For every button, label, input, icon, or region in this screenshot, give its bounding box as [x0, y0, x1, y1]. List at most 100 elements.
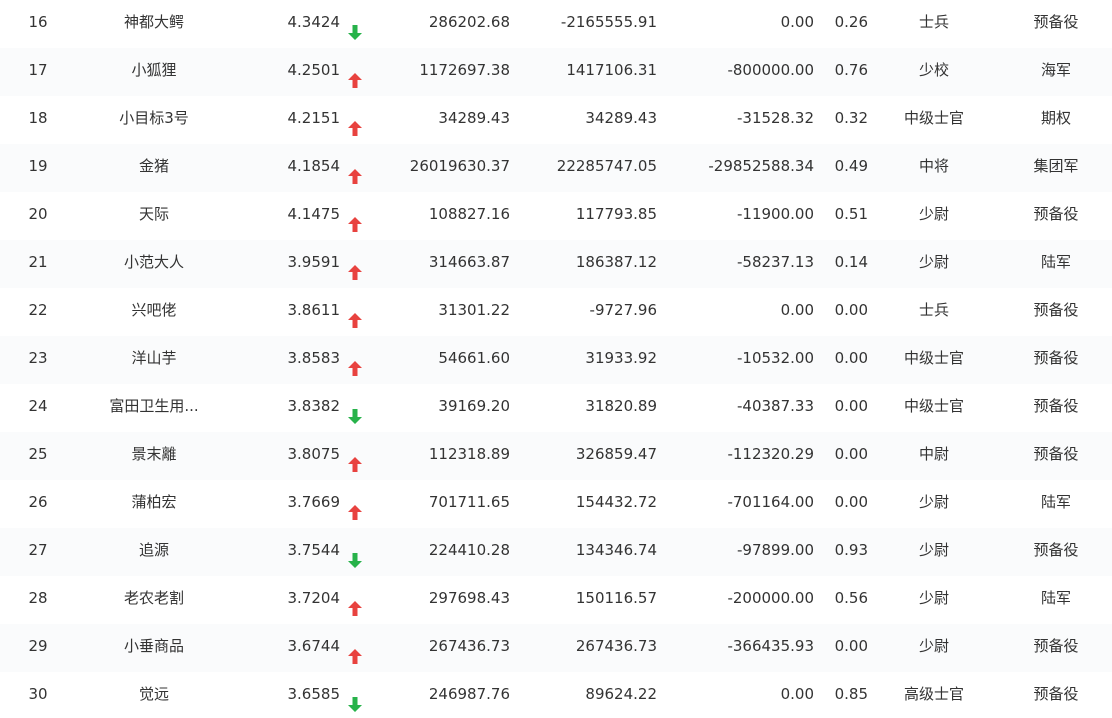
value-2-cell: 150116.57 [575, 589, 657, 607]
value-1-cell: 108827.16 [428, 205, 510, 223]
ratio-cell: 0.00 [834, 301, 868, 319]
category-cell: 预备役 [1033, 205, 1079, 223]
value-3-cell: 0.00 [780, 13, 814, 31]
table-row[interactable]: 30 觉远 3.6585 246987.76 89624.22 0.00 0.8… [0, 672, 1112, 718]
rank-cell: 17 [28, 61, 48, 79]
ratio-cell: 0.00 [834, 493, 868, 511]
category-cell: 预备役 [1033, 301, 1079, 319]
value-1-cell: 267436.73 [428, 637, 510, 655]
arrow-up-icon [348, 253, 362, 280]
table-row[interactable]: 26 蒲柏宏 3.7669 701711.65 154432.72 -70116… [0, 480, 1112, 528]
value-2-cell: 31820.89 [585, 397, 657, 415]
score-cell: 3.9591 [287, 253, 341, 271]
trader-name-cell[interactable]: 富田卫生用... [76, 384, 232, 432]
trend-cell [346, 624, 364, 672]
category-cell: 预备役 [1033, 541, 1079, 559]
trader-name-cell[interactable]: 追源 [76, 528, 232, 576]
rank-cell: 20 [28, 205, 48, 223]
rank-level-cell: 中尉 [918, 445, 949, 463]
trader-name-cell[interactable]: 景末離 [76, 432, 232, 480]
rank-cell: 21 [28, 253, 48, 271]
table-row[interactable]: 25 景末離 3.8075 112318.89 326859.47 -11232… [0, 432, 1112, 480]
arrow-up-icon [348, 349, 362, 376]
trend-cell [346, 576, 364, 624]
rank-cell: 23 [28, 349, 48, 367]
trader-name-cell[interactable]: 兴吧佬 [76, 288, 232, 336]
rank-level-cell: 中级士官 [903, 349, 964, 367]
table-row[interactable]: 24 富田卫生用... 3.8382 39169.20 31820.89 -40… [0, 384, 1112, 432]
ratio-cell: 0.00 [834, 397, 868, 415]
rank-level-cell: 高级士官 [903, 685, 964, 703]
rank-level-cell: 少尉 [918, 253, 949, 271]
value-1-cell: 26019630.37 [409, 157, 510, 175]
value-3-cell: -29852588.34 [708, 157, 814, 175]
rank-cell: 29 [28, 637, 48, 655]
table-row[interactable]: 22 兴吧佬 3.8611 31301.22 -9727.96 0.00 0.0… [0, 288, 1112, 336]
category-cell: 陆军 [1040, 589, 1071, 607]
table-row[interactable]: 21 小范大人 3.9591 314663.87 186387.12 -5823… [0, 240, 1112, 288]
arrow-up-icon [348, 445, 362, 472]
trader-name-cell[interactable]: 金猪 [76, 144, 232, 192]
value-1-cell: 54661.60 [438, 349, 510, 367]
table-row[interactable]: 27 追源 3.7544 224410.28 134346.74 -97899.… [0, 528, 1112, 576]
trader-name-cell[interactable]: 神都大鳄 [76, 0, 232, 48]
rank-cell: 18 [28, 109, 48, 127]
ratio-cell: 0.00 [834, 637, 868, 655]
rank-cell: 27 [28, 541, 48, 559]
table-row[interactable]: 28 老农老割 3.7204 297698.43 150116.57 -2000… [0, 576, 1112, 624]
trader-name-cell[interactable]: 洋山芋 [76, 336, 232, 384]
table-row[interactable]: 29 小垂商品 3.6744 267436.73 267436.73 -3664… [0, 624, 1112, 672]
table-row[interactable]: 17 小狐狸 4.2501 1172697.38 1417106.31 -800… [0, 48, 1112, 96]
arrow-down-icon [348, 397, 362, 424]
arrow-up-icon [348, 157, 362, 184]
trader-name-cell[interactable]: 蒲柏宏 [76, 480, 232, 528]
table-body: 16 神都大鳄 4.3424 286202.68 -2165555.91 0.0… [0, 0, 1112, 718]
value-3-cell: -200000.00 [727, 589, 814, 607]
score-cell: 3.6585 [287, 685, 341, 703]
ratio-cell: 0.51 [834, 205, 868, 223]
value-1-cell: 314663.87 [428, 253, 510, 271]
trend-cell [346, 288, 364, 336]
rank-level-cell: 少尉 [918, 637, 949, 655]
trader-name-cell[interactable]: 老农老割 [76, 576, 232, 624]
score-cell: 3.6744 [287, 637, 341, 655]
arrow-down-icon [348, 685, 362, 712]
rank-level-cell: 中将 [918, 157, 949, 175]
value-2-cell: 267436.73 [575, 637, 657, 655]
trader-name-cell[interactable]: 小狐狸 [76, 48, 232, 96]
trader-name-cell[interactable]: 小范大人 [76, 240, 232, 288]
table-row[interactable]: 23 洋山芋 3.8583 54661.60 31933.92 -10532.0… [0, 336, 1112, 384]
value-3-cell: -97899.00 [737, 541, 814, 559]
value-2-cell: 22285747.05 [556, 157, 657, 175]
trend-cell [346, 672, 364, 718]
value-1-cell: 34289.43 [438, 109, 510, 127]
ratio-cell: 0.93 [834, 541, 868, 559]
value-2-cell: 1417106.31 [566, 61, 657, 79]
trend-cell [346, 0, 364, 48]
arrow-up-icon [348, 589, 362, 616]
trader-name-cell[interactable]: 小垂商品 [76, 624, 232, 672]
arrow-up-icon [348, 301, 362, 328]
category-cell: 集团军 [1033, 157, 1079, 175]
trader-name-cell[interactable]: 小目标3号 [76, 96, 232, 144]
value-3-cell: -112320.29 [727, 445, 814, 463]
trend-cell [346, 48, 364, 96]
table-row[interactable]: 16 神都大鳄 4.3424 286202.68 -2165555.91 0.0… [0, 0, 1112, 48]
rank-level-cell: 士兵 [918, 301, 949, 319]
trend-cell [346, 240, 364, 288]
value-3-cell: 0.00 [780, 301, 814, 319]
trader-name-cell[interactable]: 天际 [76, 192, 232, 240]
value-1-cell: 39169.20 [438, 397, 510, 415]
value-1-cell: 701711.65 [428, 493, 510, 511]
category-cell: 预备役 [1033, 349, 1079, 367]
value-2-cell: 186387.12 [575, 253, 657, 271]
value-1-cell: 112318.89 [428, 445, 510, 463]
rank-cell: 22 [28, 301, 48, 319]
trader-name-cell[interactable]: 觉远 [76, 672, 232, 718]
arrow-down-icon [348, 541, 362, 568]
value-2-cell: 154432.72 [575, 493, 657, 511]
table-row[interactable]: 19 金猪 4.1854 26019630.37 22285747.05 -29… [0, 144, 1112, 192]
table-row[interactable]: 18 小目标3号 4.2151 34289.43 34289.43 -31528… [0, 96, 1112, 144]
table-row[interactable]: 20 天际 4.1475 108827.16 117793.85 -11900.… [0, 192, 1112, 240]
rank-cell: 26 [28, 493, 48, 511]
